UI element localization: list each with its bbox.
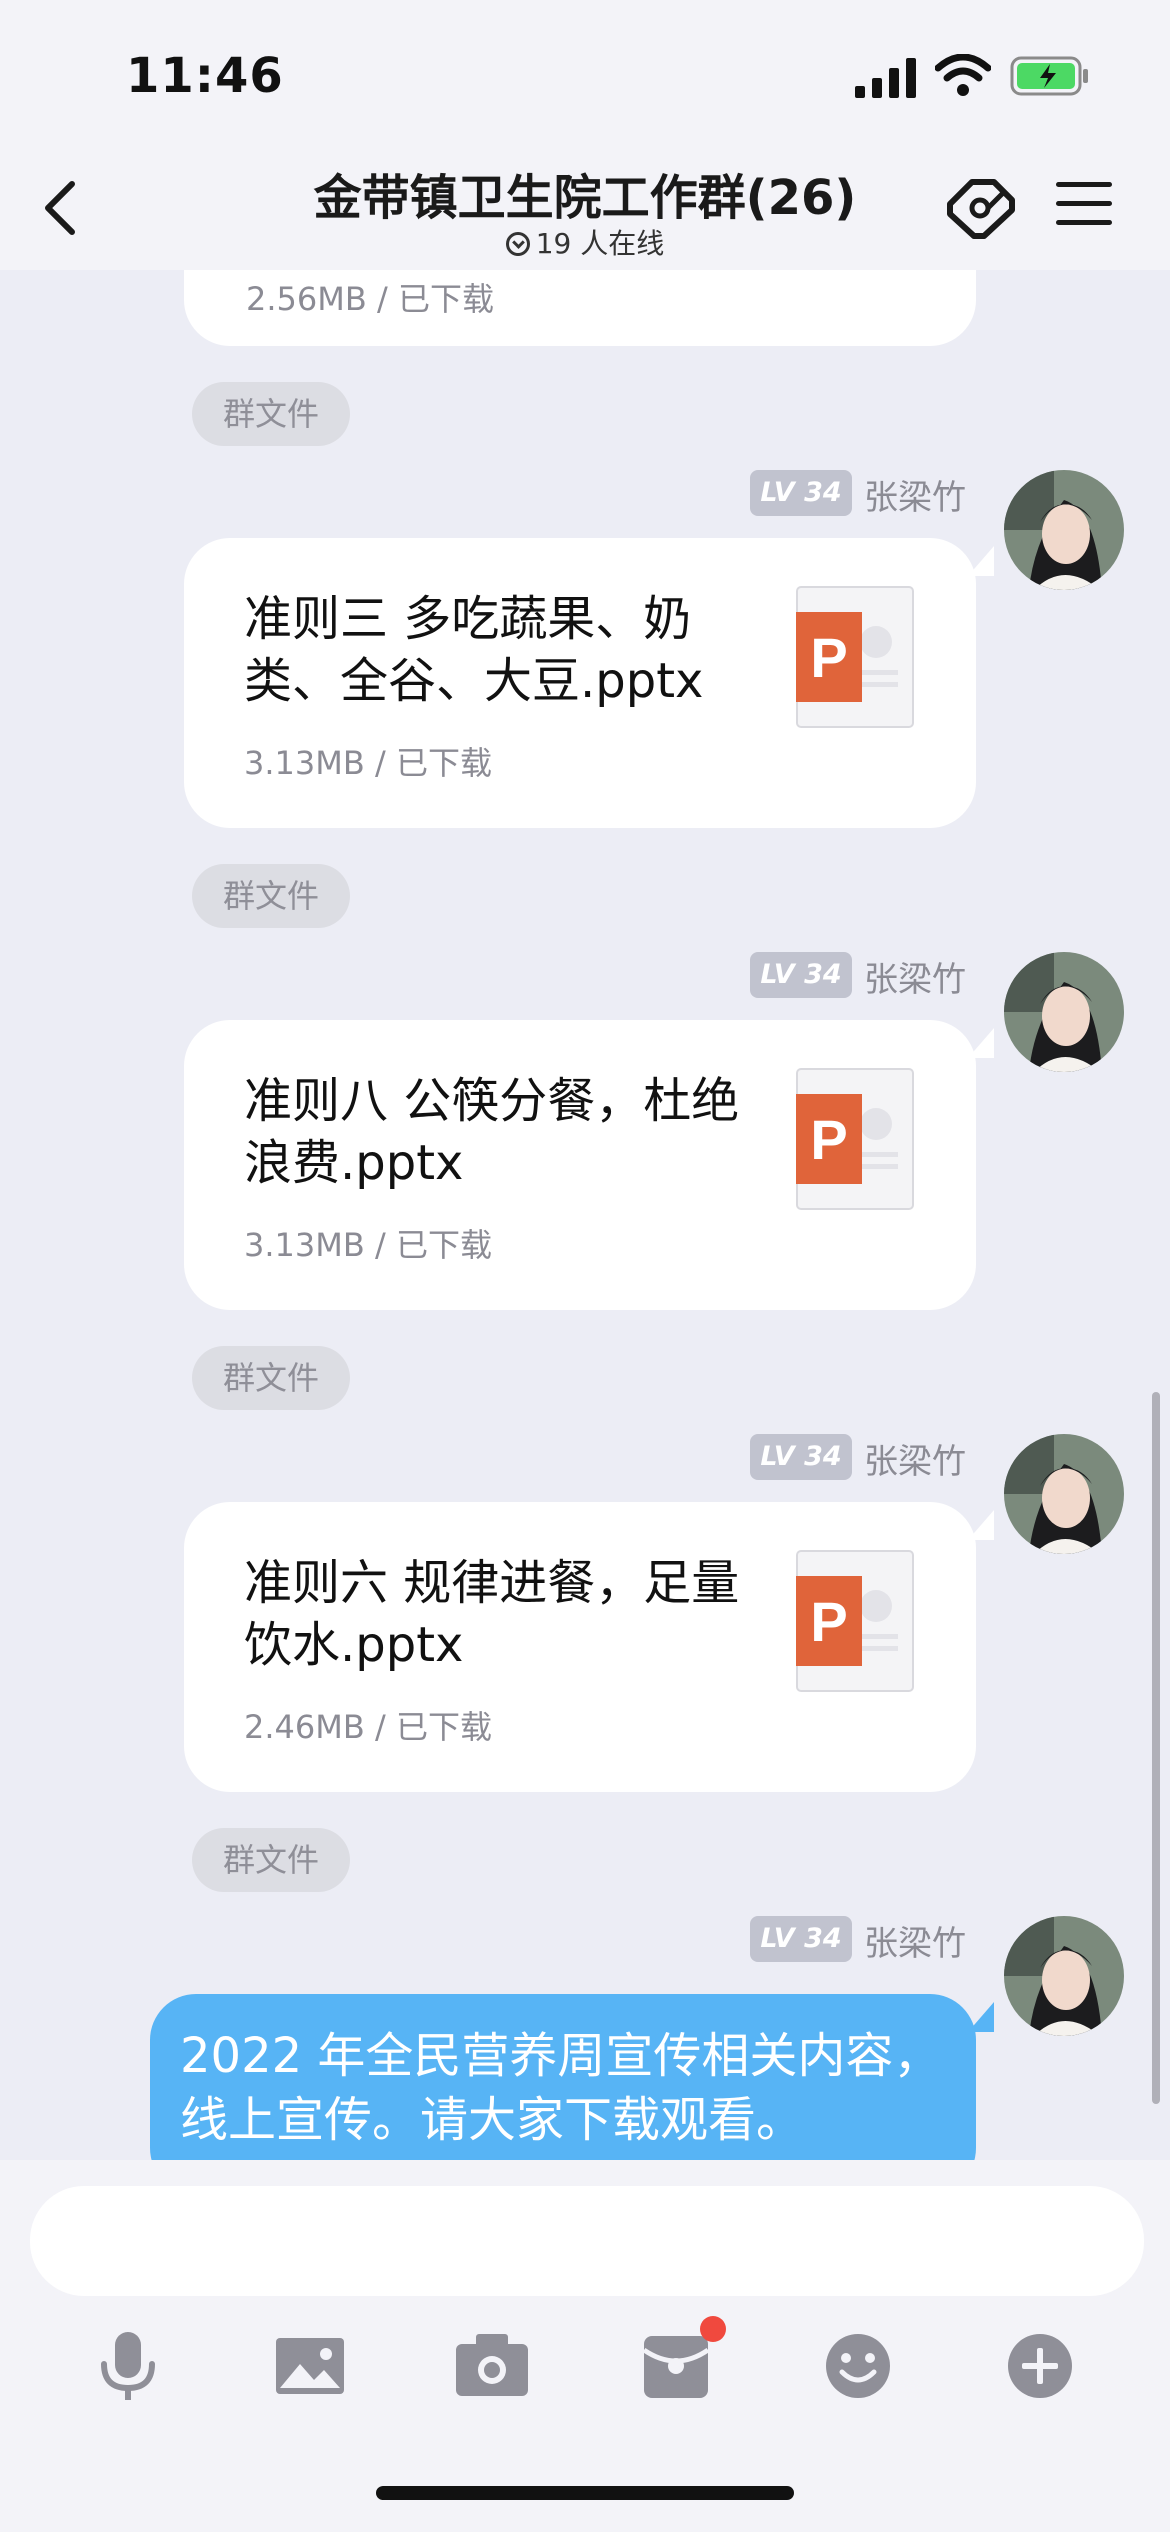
- system-tag: 群文件: [192, 1346, 350, 1410]
- notification-dot: [700, 2316, 726, 2342]
- avatar-image: [1004, 470, 1124, 590]
- menu-icon[interactable]: [1056, 182, 1112, 228]
- scrollbar[interactable]: [1152, 1392, 1160, 2104]
- ppt-file-icon: P: [796, 1550, 914, 1692]
- file-meta: 3.13MB / 已下载: [244, 1226, 492, 1264]
- file-meta: 3.13MB / 已下载: [244, 744, 492, 782]
- online-count[interactable]: 19 人在线: [300, 222, 870, 262]
- battery-icon: [1010, 56, 1088, 96]
- level-badge: LV 34: [750, 1916, 852, 1962]
- chat-header: 金带镇卫生院工作群(26) 19 人在线: [0, 140, 1170, 270]
- online-count-label: 19 人在线: [535, 227, 665, 260]
- svg-text:P: P: [810, 1590, 847, 1653]
- sender-name[interactable]: 张梁竹: [864, 470, 966, 519]
- plus-icon[interactable]: [1000, 2326, 1080, 2406]
- menu-line: [1056, 201, 1112, 206]
- status-bar: 11:46: [0, 0, 1170, 140]
- sender-name[interactable]: 张梁竹: [864, 952, 966, 1001]
- svg-text:P: P: [810, 626, 847, 689]
- file-title: 准则八 公筷分餐，杜绝浪费.pptx: [244, 1073, 740, 1191]
- system-tag: 群文件: [192, 1828, 350, 1892]
- ppt-file-icon: P: [796, 1068, 914, 1210]
- avatar-image: [1004, 952, 1124, 1072]
- menu-line: [1056, 182, 1112, 187]
- file-title: 准则六 规律进餐，足量饮水.pptx: [244, 1555, 740, 1673]
- camera-icon[interactable]: [452, 2326, 532, 2406]
- status-time: 11:46: [126, 48, 284, 104]
- file-title: 准则三 多吃蔬果、奶类、全谷、大豆.pptx: [244, 591, 704, 709]
- system-tag: 群文件: [192, 864, 350, 928]
- system-tag: 群文件: [192, 382, 350, 446]
- avatar[interactable]: [1004, 470, 1124, 590]
- menu-line: [1056, 220, 1112, 225]
- level-badge: LV 34: [750, 470, 852, 516]
- avatar-image: [1004, 1434, 1124, 1554]
- file-meta: 2.46MB / 已下载: [244, 1708, 492, 1746]
- sender-name[interactable]: 张梁竹: [864, 1434, 966, 1483]
- image-icon[interactable]: [270, 2326, 350, 2406]
- microphone-icon[interactable]: [88, 2326, 168, 2406]
- input-area: [0, 2160, 1170, 2532]
- cellular-signal-icon: [855, 58, 916, 98]
- tag-icon[interactable]: [944, 174, 1018, 240]
- bubble-tail: [968, 546, 994, 576]
- message-text: 2022 年全民营养周宣传相关内容，线上宣传。请大家下载观看。: [180, 2028, 942, 2148]
- chat-screen: 11:46 金带镇卫生院工作群(26) 19 人在线 2.56MB / 已下载 …: [0, 0, 1170, 2532]
- bubble-tail: [968, 2002, 994, 2032]
- emoji-icon[interactable]: [818, 2326, 898, 2406]
- ppt-file-icon: P: [796, 586, 914, 728]
- avatar-image: [1004, 1916, 1124, 2036]
- level-badge: LV 34: [750, 1434, 852, 1480]
- message-input[interactable]: [30, 2186, 1144, 2296]
- bubble-tail: [968, 1028, 994, 1058]
- svg-text:P: P: [810, 1108, 847, 1171]
- chevron-circle-icon: [505, 232, 530, 256]
- wifi-icon: [935, 54, 991, 96]
- back-chevron-icon[interactable]: [40, 178, 80, 238]
- bubble-tail: [968, 1510, 994, 1540]
- file-message[interactable]: 准则八 公筷分餐，杜绝浪费.pptx 3.13MB / 已下载 P: [184, 1020, 976, 1310]
- file-message[interactable]: 准则三 多吃蔬果、奶类、全谷、大豆.pptx 3.13MB / 已下载 P: [184, 538, 976, 828]
- text-message[interactable]: 2022 年全民营养周宣传相关内容，线上宣传。请大家下载观看。: [150, 1994, 976, 2160]
- file-message-partial[interactable]: 2.56MB / 已下载: [184, 270, 976, 346]
- avatar[interactable]: [1004, 1916, 1124, 2036]
- level-badge: LV 34: [750, 952, 852, 998]
- avatar[interactable]: [1004, 1434, 1124, 1554]
- group-title[interactable]: 金带镇卫生院工作群(26): [200, 158, 970, 228]
- sender-name[interactable]: 张梁竹: [864, 1916, 966, 1965]
- avatar[interactable]: [1004, 952, 1124, 1072]
- file-meta: 2.56MB / 已下载: [246, 280, 494, 318]
- file-message[interactable]: 准则六 规律进餐，足量饮水.pptx 2.46MB / 已下载 P: [184, 1502, 976, 1792]
- message-list[interactable]: 2.56MB / 已下载 群文件 LV 34 张梁竹 准则三 多吃蔬果、奶类、全…: [0, 270, 1170, 2160]
- home-indicator[interactable]: [376, 2486, 794, 2500]
